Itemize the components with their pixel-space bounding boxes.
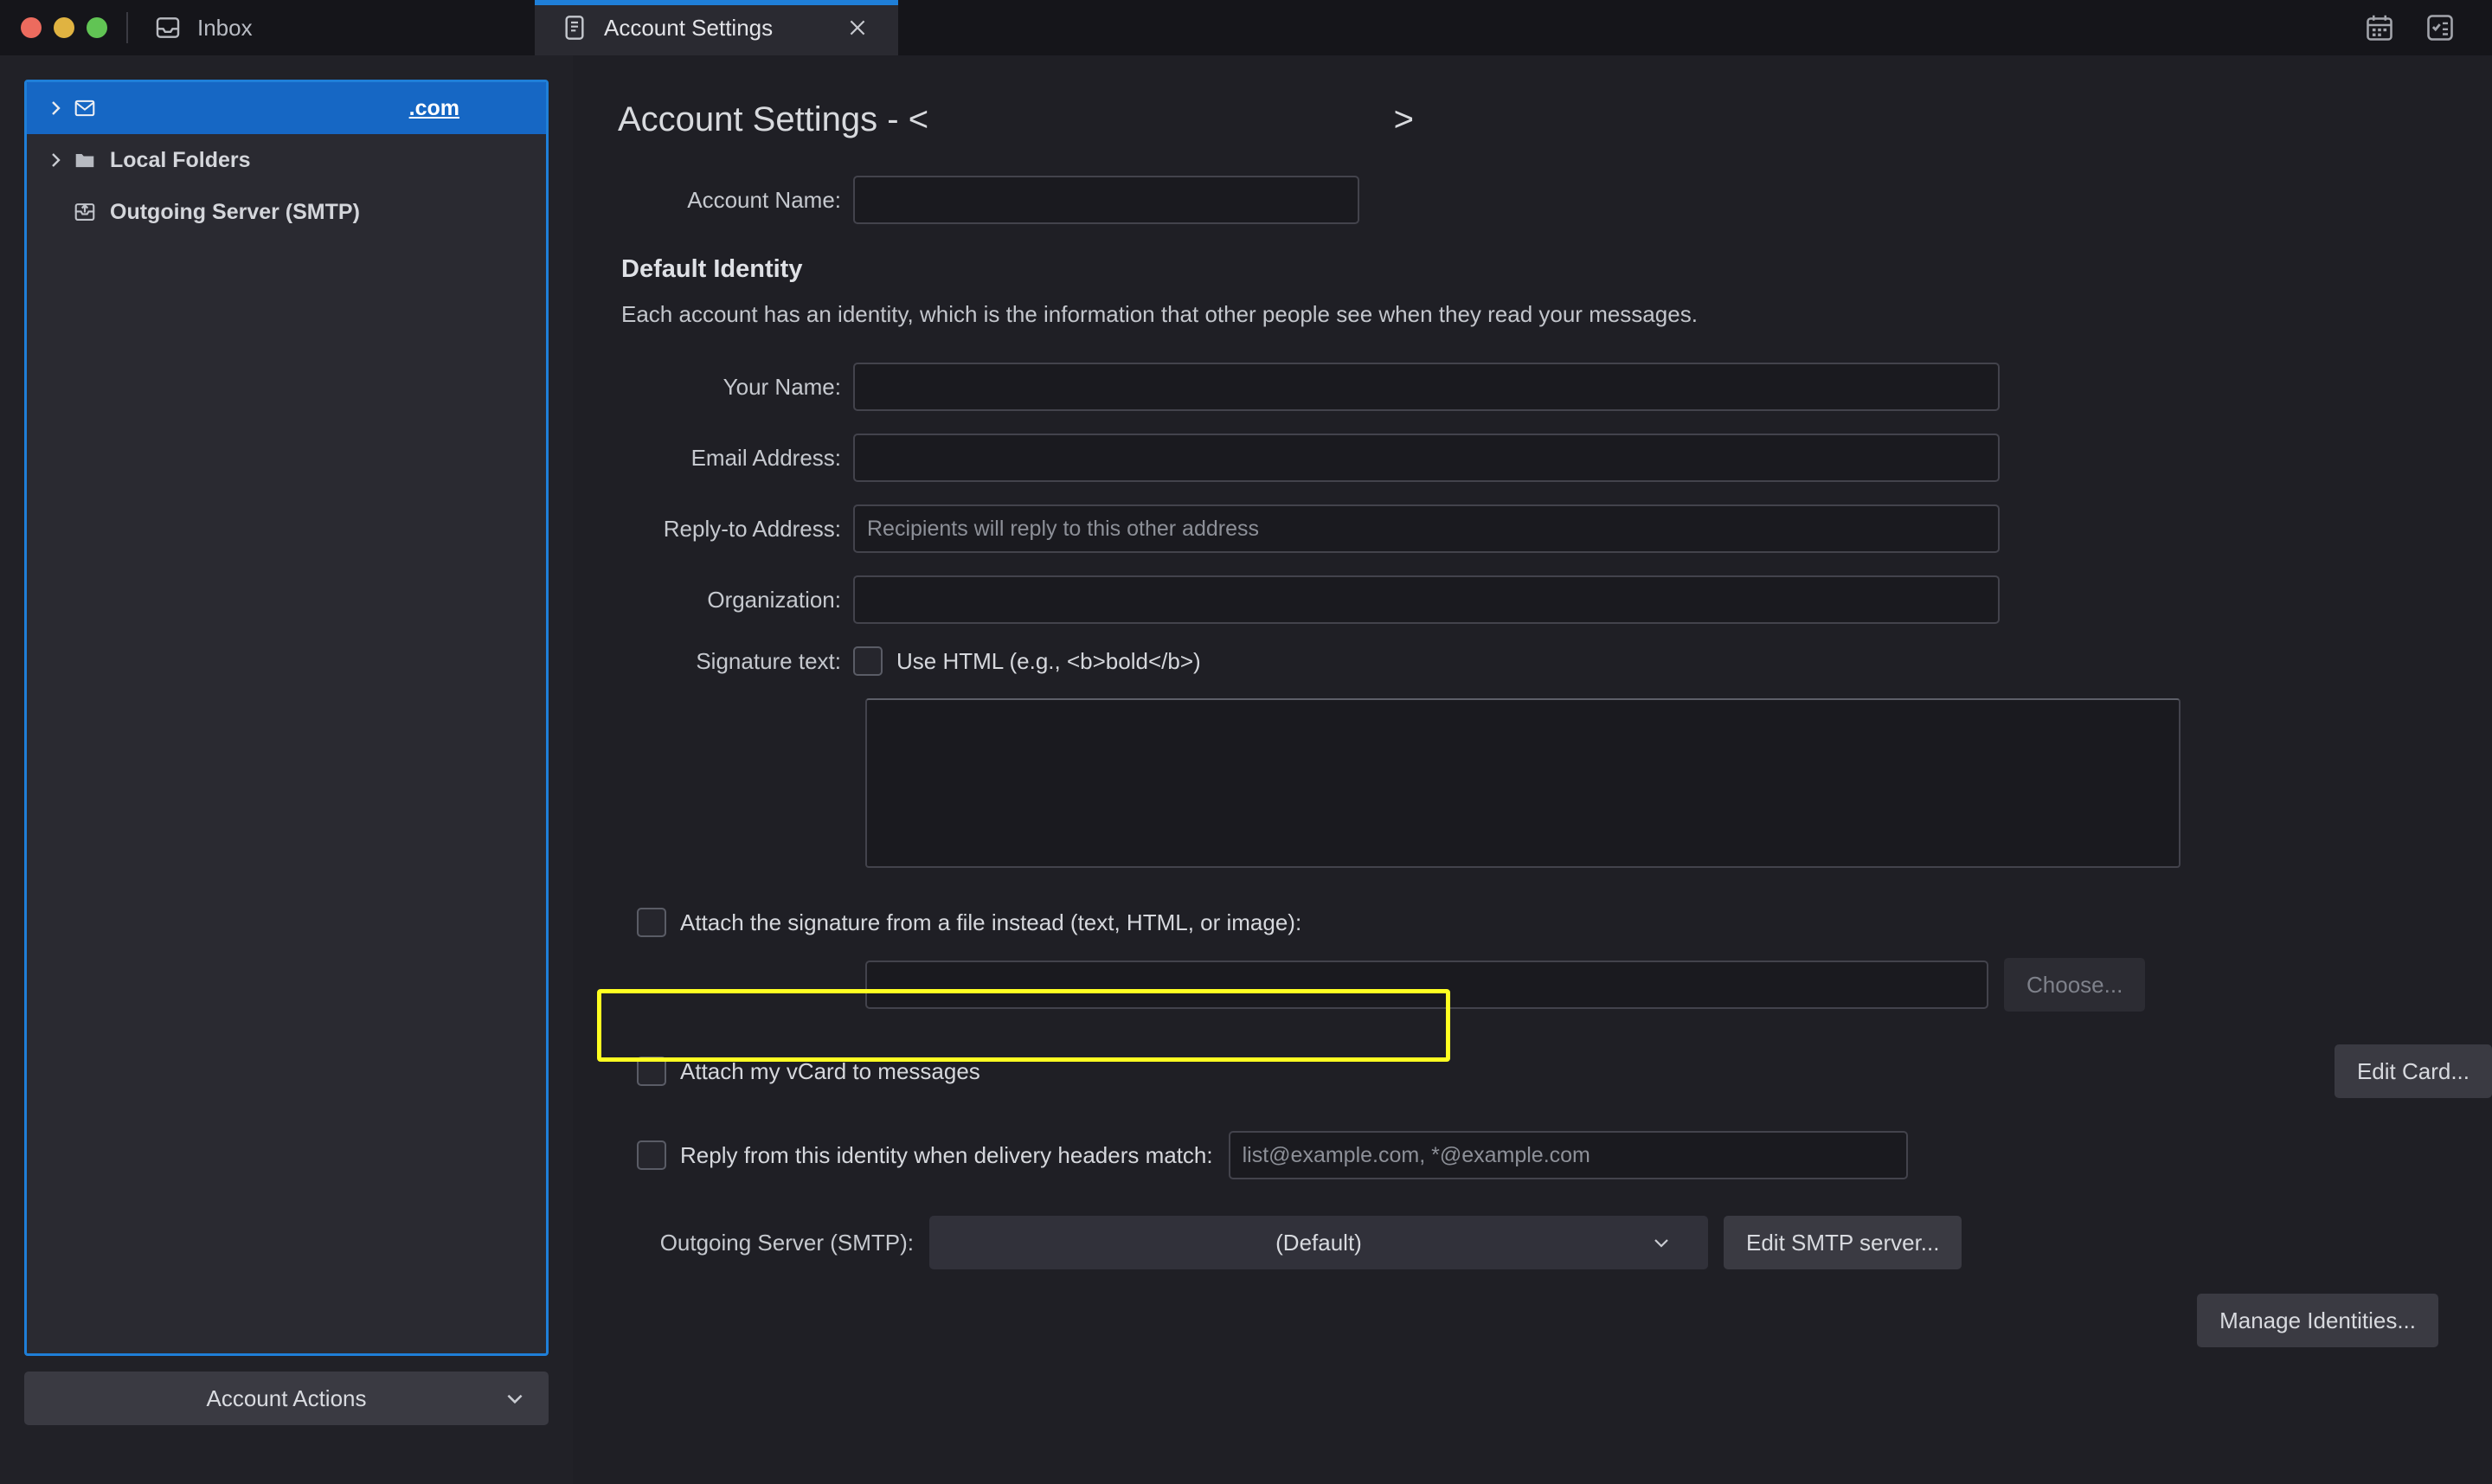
signature-text-row: Signature text: Use HTML (e.g., <b>bold<… [618, 646, 2492, 676]
email-address-row: Email Address: [618, 434, 2492, 482]
sidebar-item-label: Outgoing Server (SMTP) [110, 199, 360, 224]
your-name-input[interactable] [853, 363, 2000, 411]
signature-text-label: Signature text: [696, 647, 841, 674]
organization-row: Organization: [618, 575, 2492, 624]
attach-signature-file-checkbox[interactable] [637, 908, 666, 937]
tasks-icon[interactable] [2425, 12, 2456, 43]
chevron-right-icon[interactable] [41, 98, 70, 119]
calendar-icon[interactable] [2364, 12, 2395, 43]
tab-label: Inbox [197, 14, 253, 41]
sidebar-item-account[interactable]: .com [27, 82, 546, 134]
chevron-down-icon [504, 1387, 526, 1410]
smtp-row: Outgoing Server (SMTP): (Default) Edit S… [618, 1216, 2492, 1269]
organization-label: Organization: [707, 586, 841, 613]
account-actions-label: Account Actions [206, 1384, 367, 1411]
chevron-down-icon [1651, 1232, 1672, 1253]
sidebar-item-label: Local Folders [110, 147, 251, 172]
choose-button[interactable]: Choose... [2004, 958, 2146, 1012]
edit-smtp-server-button[interactable]: Edit SMTP server... [1724, 1216, 1962, 1269]
manage-identities-button[interactable]: Manage Identities... [2197, 1294, 2438, 1347]
delivery-headers-row: Reply from this identity when delivery h… [637, 1131, 2492, 1179]
attach-vcard-row: Attach my vCard to messages Edit Card... [637, 1044, 2492, 1098]
folder-icon [70, 147, 100, 173]
account-name-label: Account Name: [687, 186, 841, 213]
default-identity-heading: Default Identity [621, 255, 803, 283]
your-name-row: Your Name: [618, 363, 2492, 411]
sidebar-item-local-folders[interactable]: Local Folders [27, 134, 546, 186]
use-html-label: Use HTML (e.g., <b>bold</b>) [896, 647, 1201, 674]
attach-vcard-label: Attach my vCard to messages [680, 1057, 980, 1084]
use-html-checkbox[interactable] [853, 646, 883, 676]
attach-signature-file-label: Attach the signature from a file instead… [680, 909, 1302, 935]
envelope-icon [70, 95, 100, 121]
sidebar-item-outgoing-server[interactable]: Outgoing Server (SMTP) [27, 186, 546, 238]
account-name-input[interactable] [853, 176, 1359, 224]
signature-textarea[interactable] [865, 698, 2180, 868]
close-icon[interactable] [843, 13, 872, 42]
attach-vcard-checkbox[interactable] [637, 1057, 666, 1086]
edit-card-button[interactable]: Edit Card... [2334, 1044, 2492, 1098]
default-identity-description: Each account has an identity, which is t… [621, 301, 1698, 327]
zoom-window-button[interactable] [87, 17, 107, 38]
email-address-label: Email Address: [690, 444, 841, 471]
tabbar-spacer [898, 0, 2364, 55]
window-traffic-lights [0, 0, 126, 55]
sidebar-item-label: .com [408, 95, 459, 120]
signature-file-path-input[interactable] [865, 960, 1988, 1009]
reply-to-address-label: Reply-to Address: [663, 515, 841, 542]
inbox-icon [154, 14, 182, 42]
reply-to-address-input[interactable] [853, 504, 2000, 553]
delivery-headers-checkbox[interactable] [637, 1140, 666, 1170]
email-address-input[interactable] [853, 434, 2000, 482]
manage-identities-row: Manage Identities... [618, 1294, 2438, 1347]
minimize-window-button[interactable] [54, 17, 74, 38]
page-title-suffix: > [1393, 100, 1414, 138]
signature-file-row: Choose... [865, 958, 2492, 1012]
tabbar-tools [2364, 0, 2492, 55]
smtp-selected-option: (Default) [1275, 1229, 1362, 1256]
window-body: .com Local Folders Outgoing Server (SMTP… [0, 55, 2492, 1484]
manage-identities-spacer [618, 1294, 2181, 1347]
smtp-server-select[interactable]: (Default) [929, 1216, 1708, 1269]
delivery-headers-input[interactable] [1228, 1131, 1908, 1179]
account-actions-button[interactable]: Account Actions [24, 1372, 549, 1425]
delivery-headers-label: Reply from this identity when delivery h… [680, 1141, 1213, 1168]
title-tab-bar: Inbox Account Settings [0, 0, 2492, 55]
outbox-icon [70, 199, 100, 225]
document-settings-icon [561, 14, 588, 42]
your-name-label: Your Name: [723, 373, 841, 400]
account-name-row: Account Name: [618, 176, 2492, 224]
page-title: Account Settings - < > [618, 100, 1414, 139]
organization-input[interactable] [853, 575, 2000, 624]
accounts-tree[interactable]: .com Local Folders Outgoing Server (SMTP… [24, 80, 549, 1356]
page-title-prefix: Account Settings - < [618, 100, 929, 138]
accounts-sidebar: .com Local Folders Outgoing Server (SMTP… [0, 55, 573, 1484]
account-settings-pane: Account Settings - < > Account Name: Def… [573, 55, 2492, 1484]
tab-account-settings[interactable]: Account Settings [535, 0, 898, 55]
smtp-label: Outgoing Server (SMTP): [659, 1229, 914, 1256]
close-window-button[interactable] [21, 17, 42, 38]
tab-label: Account Settings [604, 14, 774, 41]
reply-to-address-row: Reply-to Address: [618, 504, 2492, 553]
tab-inbox[interactable]: Inbox [128, 0, 535, 55]
chevron-right-icon[interactable] [41, 150, 70, 170]
attach-signature-file-row[interactable]: Attach the signature from a file instead… [637, 908, 2492, 937]
